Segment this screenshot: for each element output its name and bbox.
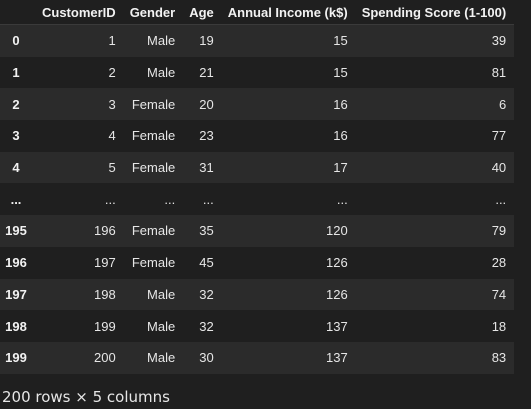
cell-spending-score: 39 <box>491 33 507 49</box>
cell-customerid: 5 <box>108 160 116 176</box>
table-row: 4 5 Female 31 17 40 <box>0 151 515 184</box>
table-row-ellipsis: ... ... ... ... ... ... <box>0 183 515 216</box>
cell-customerid: 197 <box>93 255 116 271</box>
cell-spending-score: 74 <box>491 286 507 302</box>
row-index: 195 <box>5 223 27 239</box>
cell-customerid: 3 <box>108 96 116 112</box>
cell-gender: Female <box>131 96 176 112</box>
table-row: 1 2 Male 21 15 81 <box>0 56 515 89</box>
cell-customerid: 200 <box>93 350 116 366</box>
table-body: 0 1 Male 19 15 39 1 2 Male 21 15 81 2 3 … <box>0 24 515 374</box>
index-header <box>0 0 36 25</box>
row-index: 3 <box>12 128 20 144</box>
column-header-customerid: CustomerID <box>36 0 124 25</box>
cell-spending-score: 77 <box>491 128 507 144</box>
cell-customerid: 4 <box>108 128 116 144</box>
cell-spending-score: 28 <box>491 255 507 271</box>
cell-age: ... <box>202 191 214 207</box>
cell-age: 31 <box>199 160 214 176</box>
cell-annual-income: 17 <box>333 160 348 176</box>
cell-customerid: 198 <box>93 286 116 302</box>
cell-age: 32 <box>199 318 214 334</box>
row-index: ... <box>10 191 22 207</box>
cell-gender: Male <box>147 65 176 81</box>
table-row: 195 196 Female 35 120 79 <box>0 215 515 247</box>
cell-spending-score: ... <box>495 191 507 207</box>
cell-gender: Male <box>147 350 176 366</box>
cell-gender: Female <box>131 223 176 239</box>
row-index: 197 <box>5 286 27 302</box>
column-header-annual-income: Annual Income (k$) <box>221 0 356 25</box>
cell-annual-income: 120 <box>325 223 348 239</box>
row-index: 198 <box>5 318 27 334</box>
table-row: 197 198 Male 32 126 74 <box>0 278 515 311</box>
cell-annual-income: ... <box>336 191 348 207</box>
cell-customerid: 196 <box>93 223 116 239</box>
cell-age: 19 <box>199 33 214 49</box>
cell-spending-score: 81 <box>491 65 507 81</box>
dataframe-shape-text: 200 rows × 5 columns <box>2 388 170 406</box>
row-index: 0 <box>12 33 20 49</box>
cell-gender: Female <box>131 160 176 176</box>
cell-annual-income: 126 <box>325 286 348 302</box>
cell-customerid: 1 <box>108 33 116 49</box>
cell-age: 21 <box>199 65 214 81</box>
cell-spending-score: 79 <box>491 223 507 239</box>
row-index: 1 <box>12 65 20 81</box>
table-row: 196 197 Female 45 126 28 <box>0 246 515 279</box>
cell-age: 23 <box>199 128 214 144</box>
table-row: 198 199 Male 32 137 18 <box>0 310 515 342</box>
row-index: 2 <box>12 96 20 112</box>
cell-customerid: ... <box>104 191 116 207</box>
cell-annual-income: 16 <box>333 96 348 112</box>
cell-annual-income: 16 <box>333 128 348 144</box>
cell-gender: Female <box>131 255 176 271</box>
cell-age: 32 <box>199 286 214 302</box>
row-index: 4 <box>12 160 20 176</box>
dataframe-table: CustomerID Gender Age Annual Income (k$)… <box>0 0 515 374</box>
cell-annual-income: 15 <box>333 33 348 49</box>
cell-customerid: 2 <box>108 65 116 81</box>
column-header-spending-score: Spending Score (1-100) <box>355 0 515 25</box>
column-header-age: Age <box>183 0 222 25</box>
cell-annual-income: 126 <box>325 255 348 271</box>
column-header-gender: Gender <box>123 0 184 25</box>
table-row: 3 4 Female 23 16 77 <box>0 120 515 152</box>
cell-age: 35 <box>199 223 214 239</box>
cell-age: 30 <box>199 350 214 366</box>
cell-spending-score: 83 <box>491 350 507 366</box>
cell-gender: Female <box>131 128 176 144</box>
cell-annual-income: 137 <box>325 318 348 334</box>
cell-annual-income: 15 <box>333 65 348 81</box>
table-row: 2 3 Female 20 16 6 <box>0 88 515 121</box>
cell-spending-score: 40 <box>491 160 507 176</box>
cell-customerid: 199 <box>93 318 116 334</box>
cell-age: 20 <box>199 96 214 112</box>
row-index: 199 <box>5 350 27 366</box>
table-row: 199 200 Male 30 137 83 <box>0 341 515 374</box>
cell-gender: Male <box>147 33 176 49</box>
cell-spending-score: 6 <box>498 96 507 112</box>
cell-gender: Male <box>147 286 176 302</box>
cell-gender: Male <box>147 318 176 334</box>
table-row: 0 1 Male 19 15 39 <box>0 24 515 57</box>
row-index: 196 <box>5 255 27 271</box>
cell-spending-score: 18 <box>491 318 507 334</box>
cell-age: 45 <box>199 255 214 271</box>
cell-gender: ... <box>164 191 176 207</box>
dataframe-output: CustomerID Gender Age Annual Income (k$)… <box>0 0 531 409</box>
cell-annual-income: 137 <box>325 350 348 366</box>
header-row: CustomerID Gender Age Annual Income (k$)… <box>0 0 515 25</box>
